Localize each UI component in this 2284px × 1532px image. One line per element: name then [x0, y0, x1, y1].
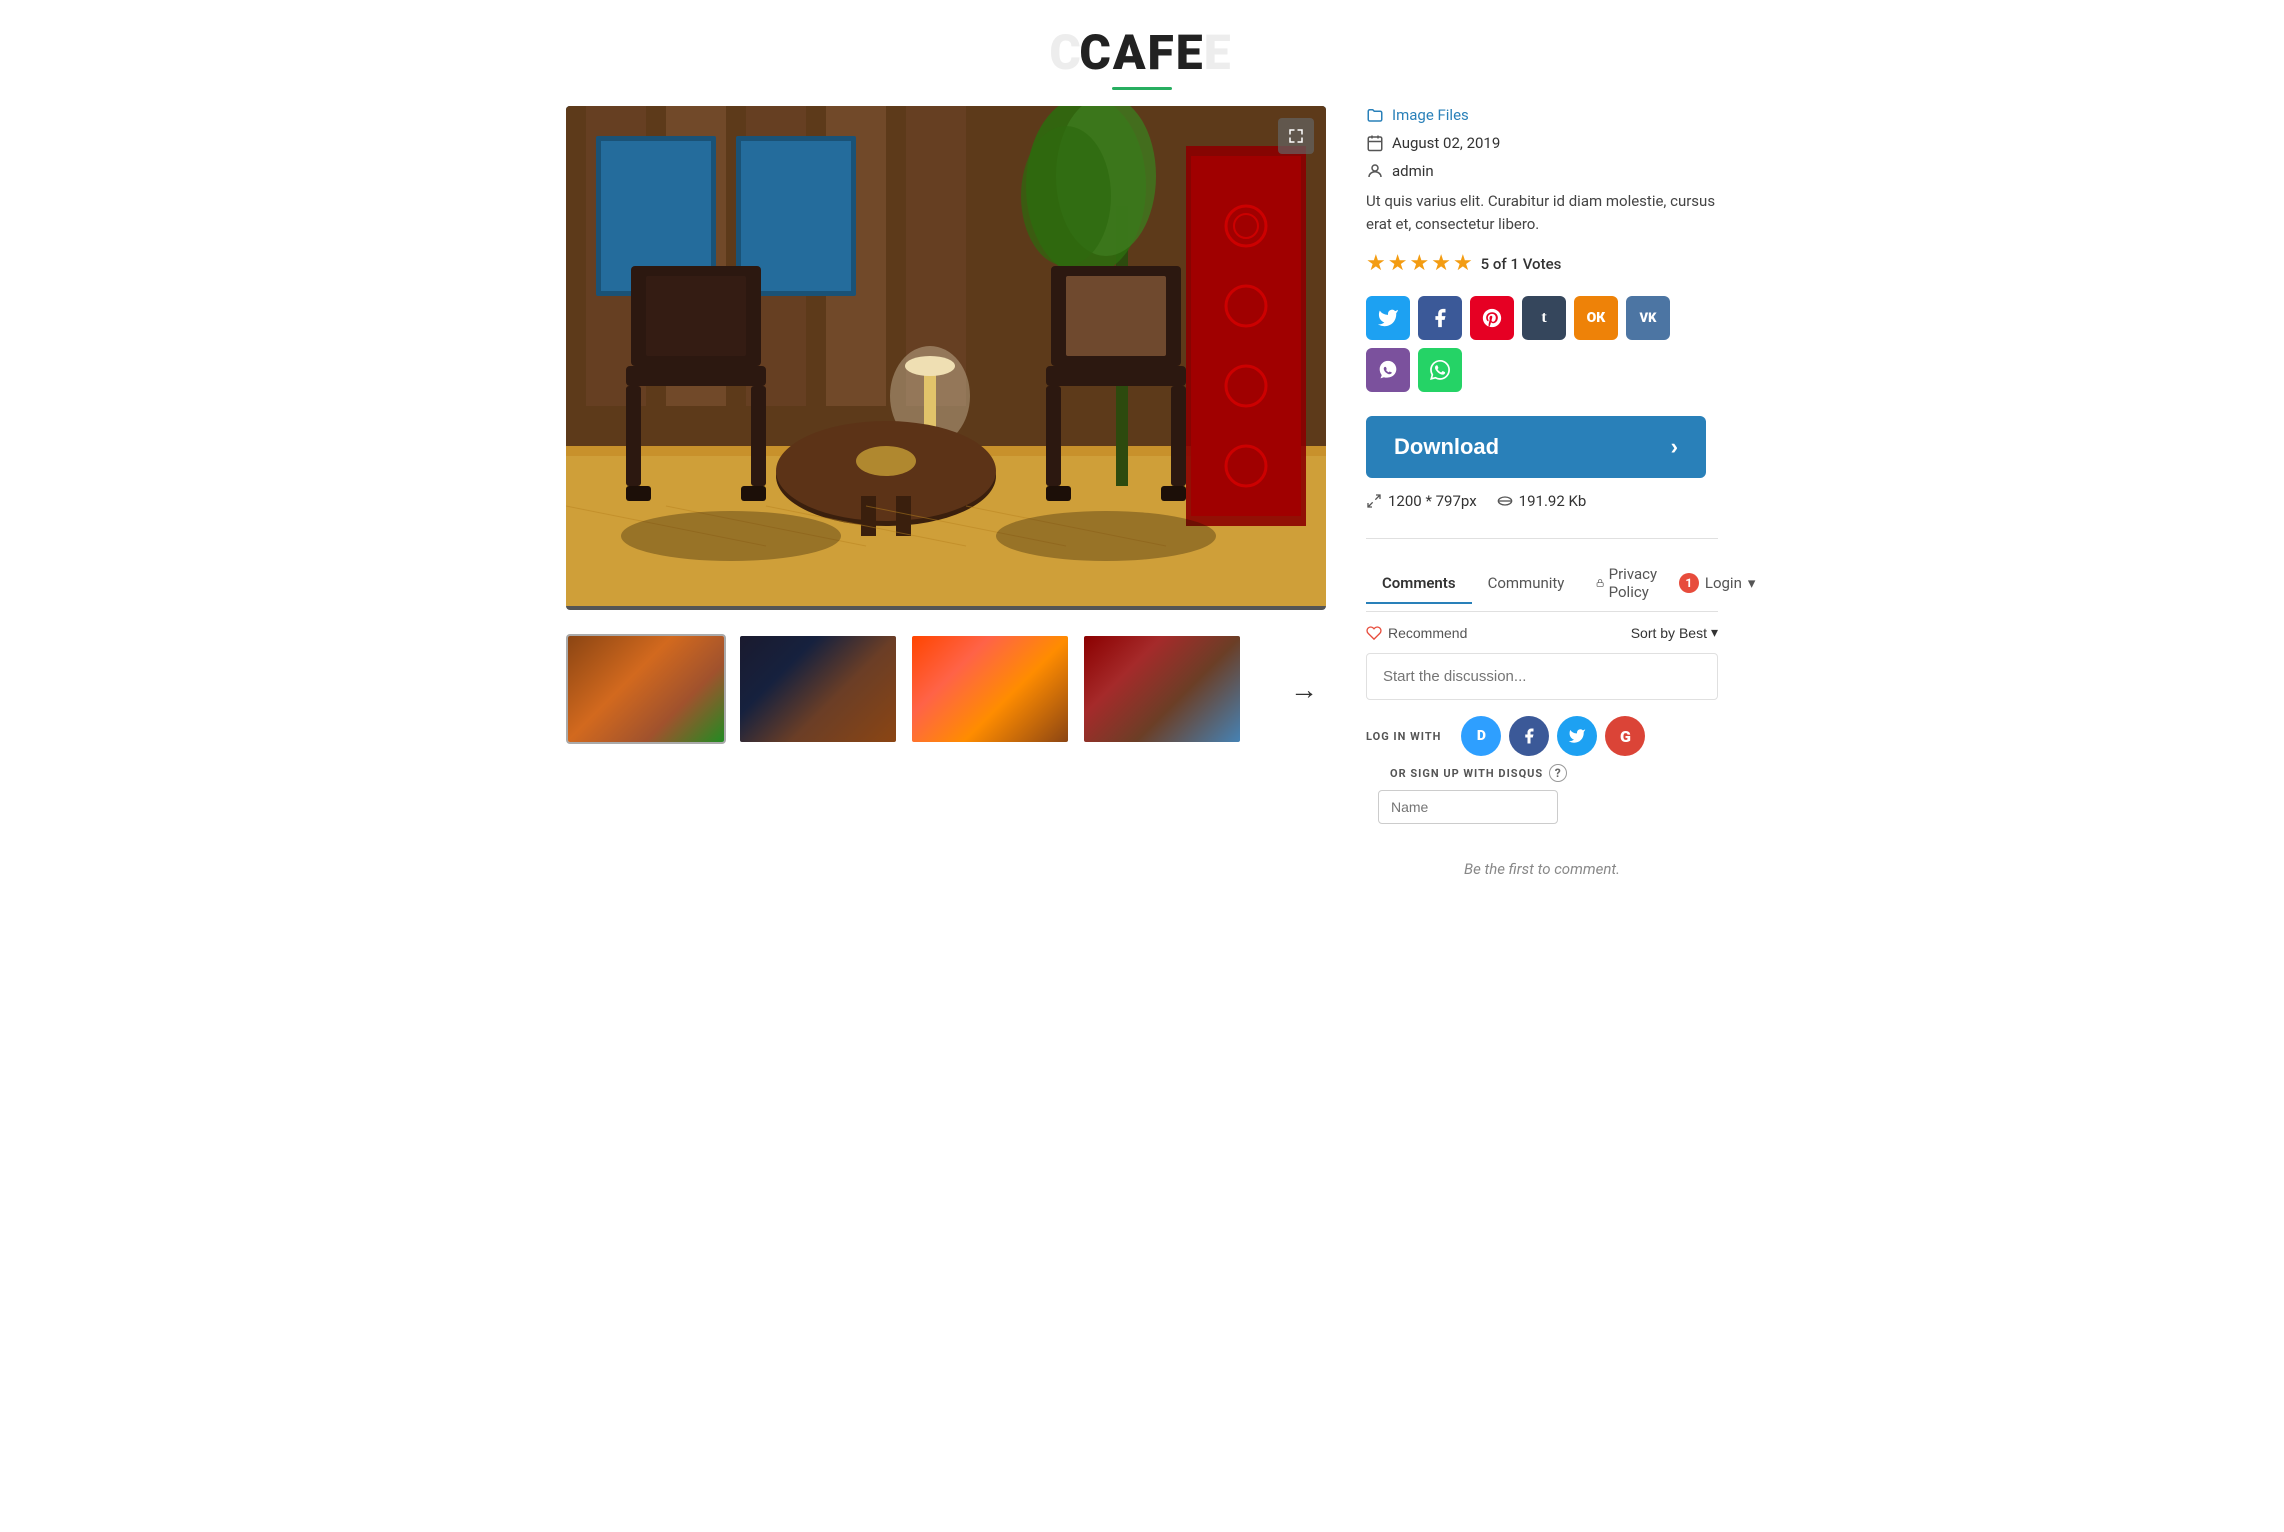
social-share-row: t ОК VK	[1366, 296, 1718, 392]
discussion-input[interactable]	[1366, 653, 1718, 700]
main-image	[566, 106, 1326, 606]
site-header: C CAFE E	[0, 0, 2284, 106]
login-with-label: LOG IN WITH	[1366, 730, 1441, 743]
tab-community[interactable]: Community	[1472, 564, 1581, 604]
rating-row: ★ ★ ★ ★ ★ 5 of 1 Votes	[1366, 251, 1718, 276]
help-icon[interactable]: ?	[1549, 764, 1567, 782]
date-row: August 02, 2019	[1366, 134, 1718, 152]
comments-tabs: Comments Community Privacy Policy 1 Logi…	[1366, 555, 1718, 612]
thumbnail-strip: →	[566, 634, 1326, 744]
recommend-button[interactable]: Recommend	[1366, 625, 1467, 641]
sort-label: Sort by Best	[1631, 625, 1707, 641]
logo-text: CAFE	[1079, 24, 1204, 81]
rating-text: 5 of 1 Votes	[1481, 255, 1562, 273]
right-panel: Image Files August 02, 2019	[1366, 106, 1718, 888]
user-icon	[1366, 162, 1384, 180]
login-disqus-button[interactable]: D	[1461, 716, 1501, 756]
filesize-text: 191.92 Kb	[1519, 492, 1587, 510]
logo-bg-left: C	[1049, 24, 1083, 81]
login-label: Login	[1705, 574, 1742, 592]
signup-section: OR SIGN UP WITH DISQUS ?	[1390, 764, 1567, 782]
login-facebook-button[interactable]	[1509, 716, 1549, 756]
tab-comments[interactable]: Comments	[1366, 564, 1472, 604]
thumbnail-1[interactable]	[566, 634, 726, 744]
star-3[interactable]: ★	[1409, 251, 1429, 276]
filesize-icon	[1497, 493, 1513, 509]
name-input[interactable]	[1378, 790, 1558, 824]
header-underline	[1112, 87, 1172, 90]
file-size: 191.92 Kb	[1497, 492, 1587, 510]
login-google-button[interactable]: G	[1605, 716, 1645, 756]
main-container: → Image Files August 02, 20	[542, 106, 1742, 928]
tab-privacy-label: Privacy Policy	[1609, 565, 1663, 601]
share-facebook-button[interactable]	[1418, 296, 1462, 340]
date-text: August 02, 2019	[1392, 134, 1500, 152]
share-viber-button[interactable]	[1366, 348, 1410, 392]
left-panel: →	[566, 106, 1326, 744]
star-rating[interactable]: ★ ★ ★ ★ ★	[1366, 251, 1473, 276]
dimensions-text: 1200 * 797px	[1388, 492, 1477, 510]
next-thumbnail-arrow[interactable]: →	[1282, 673, 1326, 706]
tab-privacy[interactable]: Privacy Policy	[1580, 555, 1678, 611]
calendar-icon	[1366, 134, 1384, 152]
share-twitter-button[interactable]	[1366, 296, 1410, 340]
login-icons: D G	[1461, 716, 1645, 756]
logo-bg-right: E	[1204, 24, 1233, 81]
share-ok-button[interactable]: ОК	[1574, 296, 1618, 340]
star-4[interactable]: ★	[1431, 251, 1451, 276]
file-metadata: 1200 * 797px 191.92 Kb	[1366, 492, 1718, 510]
site-logo: C CAFE E	[1079, 24, 1204, 81]
comments-section: Comments Community Privacy Policy 1 Logi…	[1366, 538, 1718, 888]
main-image-wrapper	[566, 106, 1326, 610]
thumbnail-4[interactable]	[1082, 634, 1242, 744]
star-2[interactable]: ★	[1388, 251, 1408, 276]
download-label: Download	[1394, 434, 1499, 460]
share-tumblr-button[interactable]: t	[1522, 296, 1566, 340]
author-row: admin	[1366, 162, 1718, 180]
tab-login[interactable]: 1 Login ▾	[1679, 573, 1756, 593]
category-row: Image Files	[1366, 106, 1718, 124]
download-arrow: ›	[1671, 434, 1678, 460]
author-text: admin	[1392, 162, 1434, 180]
recommend-label: Recommend	[1388, 625, 1467, 641]
star-1[interactable]: ★	[1366, 251, 1386, 276]
sort-button[interactable]: Sort by Best ▾	[1631, 624, 1718, 641]
thumbnail-2[interactable]	[738, 634, 898, 744]
lock-icon	[1596, 576, 1604, 590]
login-chevron: ▾	[1748, 574, 1756, 592]
login-twitter-button[interactable]	[1557, 716, 1597, 756]
dimensions-icon	[1366, 493, 1382, 509]
star-5[interactable]: ★	[1453, 251, 1473, 276]
first-comment-text: Be the first to comment.	[1366, 840, 1718, 888]
comments-toolbar: Recommend Sort by Best ▾	[1366, 612, 1718, 653]
expand-button[interactable]	[1278, 118, 1314, 154]
category-link[interactable]: Image Files	[1392, 106, 1469, 124]
file-dimensions: 1200 * 797px	[1366, 492, 1477, 510]
download-button[interactable]: Download ›	[1366, 416, 1706, 478]
share-whatsapp-button[interactable]	[1418, 348, 1462, 392]
signup-label: OR SIGN UP WITH DISQUS	[1390, 767, 1543, 780]
heart-icon	[1366, 625, 1382, 641]
share-vk-button[interactable]: VK	[1626, 296, 1670, 340]
sort-chevron: ▾	[1711, 624, 1718, 641]
folder-icon	[1366, 106, 1384, 124]
thumbnail-3[interactable]	[910, 634, 1070, 744]
share-pinterest-button[interactable]	[1470, 296, 1514, 340]
login-notification-badge: 1	[1679, 573, 1699, 593]
description: Ut quis varius elit. Curabitur id diam m…	[1366, 190, 1718, 235]
